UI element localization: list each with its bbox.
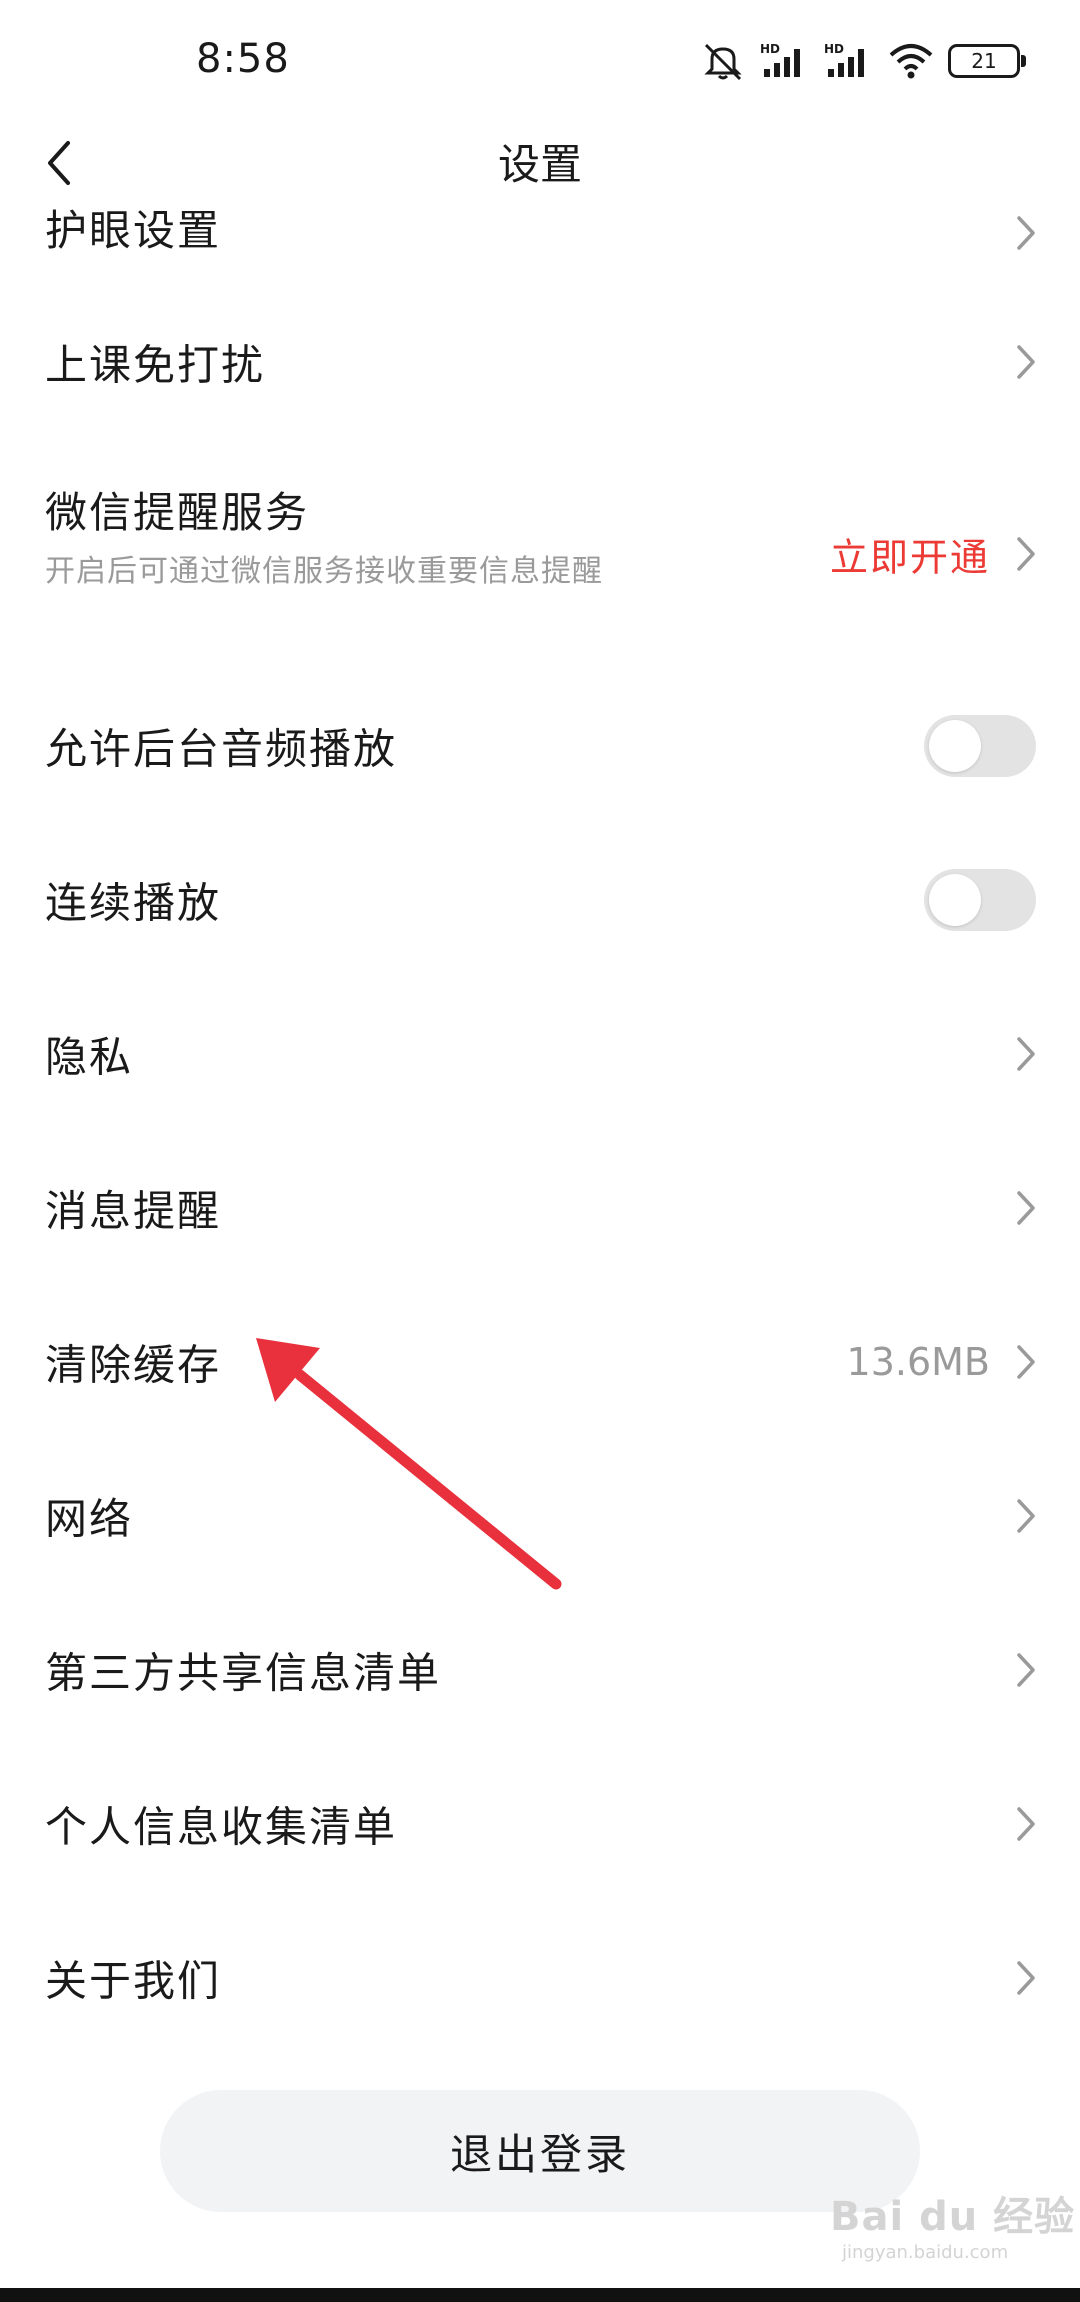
svg-text:HD: HD — [760, 42, 780, 56]
chevron-right-icon — [1014, 1188, 1038, 1228]
setting-label: 网络 — [45, 1494, 134, 1544]
setting-wechat-reminder[interactable]: 微信提醒服务 开启后可通过微信服务接收重要信息提醒 立即开通 — [0, 439, 1080, 669]
setting-label: 个人信息收集清单 — [45, 1802, 398, 1852]
setting-description: 开启后可通过微信服务接收重要信息提醒 — [45, 554, 603, 589]
logout-button[interactable]: 退出登录 — [160, 2090, 920, 2212]
mute-icon — [700, 41, 746, 81]
setting-label: 隐私 — [45, 1032, 134, 1082]
hd-signal-icon: HD — [760, 41, 810, 81]
continuous-play-toggle[interactable] — [924, 869, 1036, 931]
setting-privacy[interactable]: 隐私 — [0, 977, 1080, 1131]
bottom-edge — [0, 2288, 1080, 2302]
setting-label: 上课免打扰 — [45, 340, 266, 390]
watermark-url: jingyan.baidu.com — [842, 2242, 1009, 2263]
chevron-right-icon — [1014, 1496, 1038, 1536]
chevron-right-icon — [1014, 1342, 1038, 1382]
status-time: 8:58 — [196, 36, 290, 82]
cache-size: 13.6MB — [846, 1340, 990, 1384]
svg-text:HD: HD — [824, 42, 844, 56]
toggle-knob — [929, 874, 981, 926]
setting-label: 消息提醒 — [45, 1186, 222, 1236]
setting-personal-info-list[interactable]: 个人信息收集清单 — [0, 1747, 1080, 1901]
chevron-right-icon — [1014, 213, 1038, 253]
chevron-right-icon — [1014, 1958, 1038, 1998]
setting-label: 允许后台音频播放 — [45, 724, 398, 774]
setting-background-audio: 允许后台音频播放 — [0, 669, 1080, 823]
watermark-logo: Bai du 经验 — [830, 2194, 1076, 2240]
chevron-right-icon — [1014, 1650, 1038, 1690]
background-audio-toggle[interactable] — [924, 715, 1036, 777]
setting-network[interactable]: 网络 — [0, 1439, 1080, 1593]
battery-icon: 21 — [948, 44, 1026, 78]
setting-label: 关于我们 — [45, 1956, 222, 2006]
chevron-right-icon — [1014, 534, 1038, 574]
setting-label: 清除缓存 — [45, 1340, 222, 1390]
chevron-right-icon — [1014, 1804, 1038, 1844]
chevron-right-icon — [1014, 1034, 1038, 1074]
setting-third-party-list[interactable]: 第三方共享信息清单 — [0, 1593, 1080, 1747]
setting-clear-cache[interactable]: 清除缓存 13.6MB — [0, 1285, 1080, 1439]
wifi-icon — [888, 41, 934, 81]
hd-signal-icon: HD — [824, 41, 874, 81]
status-icons: HD HD 21 — [700, 36, 1026, 86]
settings-list: 护眼设置 上课免打扰 微信提醒服务 开启后可通过微信服务接收重要信息提醒 立即开… — [0, 180, 1080, 2055]
setting-label: 连续播放 — [45, 878, 222, 928]
setting-about-us[interactable]: 关于我们 — [0, 1901, 1080, 2055]
setting-label: 护眼设置 — [45, 206, 222, 255]
setting-eye-care[interactable]: 护眼设置 — [0, 180, 1080, 285]
setting-continuous-play: 连续播放 — [0, 823, 1080, 977]
status-bar: 8:58 HD HD 21 — [0, 0, 1080, 125]
setting-class-dnd[interactable]: 上课免打扰 — [0, 285, 1080, 439]
chevron-right-icon — [1014, 342, 1038, 382]
setting-label: 微信提醒服务 — [45, 488, 310, 537]
toggle-knob — [929, 720, 981, 772]
activate-now-link[interactable]: 立即开通 — [830, 527, 990, 582]
setting-label: 第三方共享信息清单 — [45, 1648, 442, 1698]
setting-message-reminder[interactable]: 消息提醒 — [0, 1131, 1080, 1285]
